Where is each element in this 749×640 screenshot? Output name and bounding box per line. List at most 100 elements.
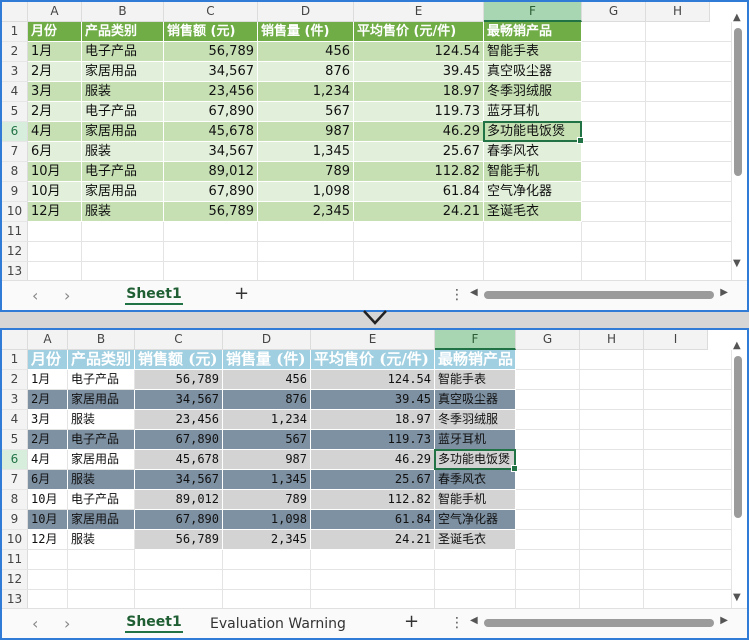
scroll-right-icon[interactable]: ▶ <box>720 615 728 626</box>
row-header-7[interactable]: 7 <box>2 470 28 490</box>
table-header-cell[interactable]: 销售额 (元) <box>135 350 223 370</box>
grid-cell[interactable] <box>164 222 258 242</box>
grid-cell[interactable] <box>516 490 580 510</box>
table-cell[interactable]: 春季风衣 <box>435 470 516 490</box>
table-cell[interactable]: 119.73 <box>354 102 484 122</box>
grid-cell[interactable] <box>646 242 732 262</box>
grid-cell[interactable] <box>582 262 646 282</box>
row-header-12[interactable]: 12 <box>2 242 28 262</box>
table-cell[interactable]: 12月 <box>28 202 82 222</box>
grid-cell[interactable] <box>516 450 580 470</box>
grid-cell[interactable] <box>582 82 646 102</box>
table-cell[interactable]: 6月 <box>28 142 82 162</box>
grid-cell[interactable] <box>644 390 732 410</box>
row-header-7[interactable]: 7 <box>2 142 28 162</box>
grid-cell[interactable] <box>68 550 135 570</box>
grid-cell[interactable] <box>135 590 223 610</box>
table-cell[interactable]: 1,234 <box>258 82 354 102</box>
table-header-cell[interactable]: 平均售价 (元/件) <box>354 22 484 42</box>
column-header-f[interactable]: F <box>435 330 516 350</box>
grid-cell[interactable] <box>258 222 354 242</box>
grid-cell[interactable] <box>644 510 732 530</box>
column-header-g[interactable]: G <box>516 330 580 350</box>
table-cell[interactable]: 1,234 <box>223 410 311 430</box>
grid-cell[interactable] <box>223 590 311 610</box>
scroll-up-icon[interactable]: ▲ <box>733 12 741 23</box>
grid-cell[interactable] <box>516 530 580 550</box>
table-cell[interactable]: 服装 <box>82 142 164 162</box>
grid-cell[interactable] <box>580 450 644 470</box>
grid-cell[interactable] <box>646 222 732 242</box>
scroll-thumb[interactable] <box>484 291 714 299</box>
column-header-e[interactable]: E <box>354 2 484 22</box>
row-header-4[interactable]: 4 <box>2 82 28 102</box>
table-cell[interactable]: 56,789 <box>164 42 258 62</box>
grid-cell[interactable] <box>580 410 644 430</box>
table-cell[interactable]: 10月 <box>28 490 68 510</box>
table-cell[interactable]: 服装 <box>82 82 164 102</box>
grid-cell[interactable] <box>354 242 484 262</box>
grid-cell[interactable] <box>435 590 516 610</box>
table-header-cell[interactable]: 销售量 (件) <box>223 350 311 370</box>
table-cell[interactable]: 876 <box>223 390 311 410</box>
more-options-icon[interactable]: ⋮ <box>450 287 464 303</box>
row-header-11[interactable]: 11 <box>2 550 28 570</box>
table-cell[interactable]: 10月 <box>28 182 82 202</box>
row-header-8[interactable]: 8 <box>2 162 28 182</box>
column-header-a[interactable]: A <box>28 330 68 350</box>
grid-cell[interactable] <box>582 42 646 62</box>
table-cell[interactable]: 电子产品 <box>82 162 164 182</box>
grid-cell[interactable] <box>582 222 646 242</box>
prev-sheet-icon[interactable]: ‹ <box>32 286 38 305</box>
grid-cell[interactable] <box>644 410 732 430</box>
more-options-icon[interactable]: ⋮ <box>450 615 464 631</box>
table-cell[interactable]: 112.82 <box>354 162 484 182</box>
row-header-6[interactable]: 6 <box>2 450 28 470</box>
table-cell[interactable]: 39.45 <box>311 390 435 410</box>
tab-sheet1[interactable]: Sheet1 <box>117 281 191 309</box>
table-cell[interactable]: 89,012 <box>135 490 223 510</box>
grid-cell[interactable] <box>82 262 164 282</box>
table-cell[interactable]: 1月 <box>28 42 82 62</box>
bottom-vertical-scrollbar[interactable]: ▲ ▼ <box>732 340 744 606</box>
grid-cell[interactable] <box>582 102 646 122</box>
table-cell[interactable]: 服装 <box>68 530 135 550</box>
scroll-left-icon[interactable]: ◀ <box>470 287 478 298</box>
scroll-thumb[interactable] <box>484 619 714 627</box>
table-cell[interactable]: 10月 <box>28 510 68 530</box>
table-cell[interactable]: 24.21 <box>311 530 435 550</box>
table-cell[interactable]: 56,789 <box>135 530 223 550</box>
column-header-d[interactable]: D <box>223 330 311 350</box>
grid-cell[interactable] <box>516 390 580 410</box>
table-cell[interactable]: 46.29 <box>311 450 435 470</box>
table-cell[interactable]: 67,890 <box>164 182 258 202</box>
grid-cell[interactable] <box>580 570 644 590</box>
row-header-2[interactable]: 2 <box>2 370 28 390</box>
table-header-cell[interactable]: 月份 <box>28 350 68 370</box>
grid-cell[interactable] <box>644 490 732 510</box>
column-header-c[interactable]: C <box>135 330 223 350</box>
table-header-cell[interactable]: 最畅销产品 <box>484 22 582 42</box>
next-sheet-icon[interactable]: › <box>64 286 70 305</box>
grid-cell[interactable] <box>644 430 732 450</box>
table-cell[interactable]: 电子产品 <box>82 102 164 122</box>
table-cell[interactable]: 112.82 <box>311 490 435 510</box>
select-all-corner[interactable] <box>2 330 28 350</box>
scroll-thumb[interactable] <box>734 356 742 518</box>
table-cell[interactable]: 服装 <box>68 410 135 430</box>
table-cell[interactable]: 家居用品 <box>82 122 164 142</box>
table-cell[interactable]: 智能手表 <box>484 42 582 62</box>
table-cell[interactable]: 25.67 <box>354 142 484 162</box>
grid-cell[interactable] <box>582 202 646 222</box>
grid-cell[interactable] <box>582 182 646 202</box>
grid-cell[interactable] <box>646 22 732 42</box>
table-cell[interactable]: 空气净化器 <box>484 182 582 202</box>
table-cell[interactable]: 39.45 <box>354 62 484 82</box>
grid-cell[interactable] <box>644 350 732 370</box>
table-cell[interactable]: 3月 <box>28 410 68 430</box>
table-cell[interactable]: 67,890 <box>135 430 223 450</box>
top-horizontal-scrollbar[interactable]: ◀ ▶ <box>470 287 728 303</box>
table-cell[interactable]: 789 <box>258 162 354 182</box>
grid-cell[interactable] <box>582 22 646 42</box>
table-cell[interactable]: 67,890 <box>135 510 223 530</box>
